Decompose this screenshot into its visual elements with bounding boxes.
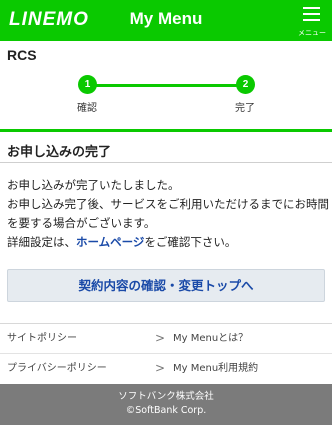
hamburger-icon	[303, 7, 320, 9]
menu-button[interactable]: メニュー	[298, 4, 326, 38]
step-1-dot: 1	[78, 75, 97, 94]
section-divider	[0, 129, 332, 132]
app-header: LINEMO My Menu メニュー	[0, 0, 332, 41]
service-name: RCS	[7, 47, 37, 63]
about-mymenu-link[interactable]: My Menuとは？ >	[173, 324, 332, 353]
message-line-2: お申し込み完了後、サービスをご利用いただけるまでにお時間を要する場合がございます…	[7, 197, 329, 230]
completion-message: お申し込みが完了いたしました。 お申し込み完了後、サービスをご利用いただけるまで…	[7, 176, 329, 252]
homepage-link[interactable]: ホームページ	[76, 235, 144, 249]
mymenu-terms-link[interactable]: My Menu利用規約 >	[173, 354, 332, 383]
page-title: My Menu	[129, 9, 203, 28]
contract-top-button[interactable]: 契約内容の確認・変更トップへ	[7, 269, 325, 302]
menu-label: メニュー	[298, 29, 326, 37]
step-1-label: 確認	[77, 103, 97, 114]
title-divider	[0, 162, 332, 163]
chevron-right-icon: >	[154, 331, 165, 345]
message-line-3: 詳細設定は、ホームページをご確認下さい。	[7, 235, 237, 249]
message-line-1: お申し込みが完了いたしました。	[7, 178, 180, 192]
footer-links: サイトポリシー > My Menuとは？ > プライバシーポリシー > My M…	[0, 323, 332, 382]
step-2-label: 完了	[235, 103, 255, 114]
progress-stepper: 1 2 確認 完了	[0, 72, 332, 118]
step-2-dot: 2	[236, 75, 255, 94]
section-title: お申し込みの完了	[7, 145, 112, 160]
stepper-line	[87, 84, 245, 87]
chevron-right-icon: >	[154, 361, 165, 375]
company-name: ソフトバンク株式会社	[118, 391, 214, 402]
privacy-policy-link[interactable]: プライバシーポリシー >	[7, 354, 173, 383]
page-footer: ソフトバンク株式会社 ©SoftBank Corp.	[0, 384, 332, 425]
copyright: ©SoftBank Corp.	[125, 405, 207, 416]
site-policy-link[interactable]: サイトポリシー >	[7, 324, 173, 353]
